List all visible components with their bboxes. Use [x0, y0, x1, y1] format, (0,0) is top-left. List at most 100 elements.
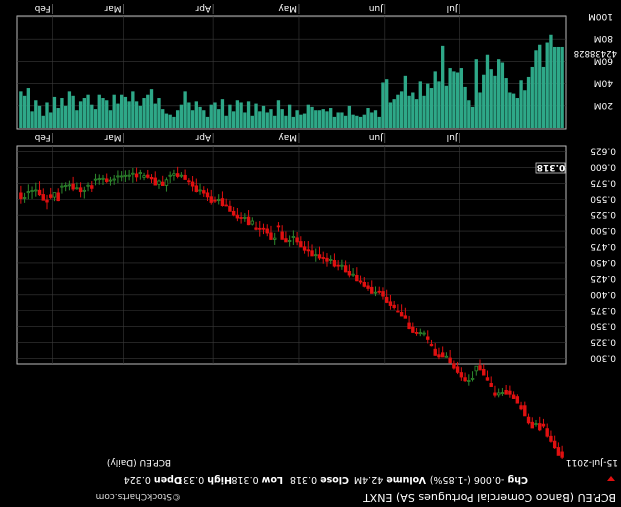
month-label: May	[278, 132, 297, 142]
candle-body	[78, 187, 83, 193]
candle-body	[541, 423, 546, 427]
volume-bar	[179, 104, 184, 128]
candle-body	[26, 191, 31, 194]
volume-bar	[157, 98, 161, 128]
candle-body	[366, 285, 370, 289]
volume-bar	[101, 98, 105, 128]
volume-bar	[49, 112, 53, 128]
volume-bar	[131, 91, 135, 128]
volume-bar	[336, 112, 340, 128]
volume-bar	[448, 68, 452, 128]
candle-body	[217, 199, 221, 201]
candle-body	[358, 280, 363, 283]
stockcharts-watermark: ©StockCharts.com	[96, 491, 181, 501]
candle-body	[138, 172, 143, 174]
volume-bar	[306, 104, 310, 128]
candle-body	[246, 216, 251, 226]
volume-bar	[30, 111, 34, 128]
volume-bar	[385, 79, 389, 128]
candle-body	[149, 176, 154, 180]
candle-body	[332, 260, 337, 267]
volume-bar	[452, 71, 456, 128]
volume-bar	[418, 81, 422, 128]
volume-bar	[198, 106, 202, 128]
volume-bar	[26, 88, 30, 128]
volume-bar	[370, 112, 374, 128]
month-label: Jun	[369, 132, 384, 142]
volume-bar	[123, 96, 128, 128]
volume-bar	[75, 110, 79, 128]
volume-bar	[250, 115, 254, 128]
volume-bar	[67, 91, 72, 128]
candle-body	[123, 174, 128, 177]
candle-body	[37, 189, 42, 196]
volume-bar	[231, 111, 236, 128]
volume-bar	[549, 34, 553, 128]
candle-body	[500, 392, 505, 394]
candle-body	[340, 264, 344, 267]
candle-body	[396, 310, 400, 313]
volume-bar	[366, 108, 370, 128]
candle-body	[299, 241, 303, 248]
candle-body	[504, 389, 508, 395]
candle-body	[213, 199, 217, 202]
volume-bar	[209, 104, 213, 128]
volume-bar	[217, 109, 221, 128]
candle-body	[302, 246, 307, 251]
volume-bar	[108, 110, 113, 128]
candle-body	[321, 257, 325, 259]
candle-body	[202, 190, 206, 194]
month-label: Jul	[447, 132, 459, 142]
price-tick-label: 0.575	[590, 177, 616, 187]
candle-body	[377, 290, 381, 293]
candle-body	[146, 174, 150, 178]
month-label: Mar	[104, 132, 121, 142]
volume-bar	[269, 109, 273, 128]
volume-bar	[489, 69, 493, 128]
volume-bar	[261, 105, 266, 128]
volume-bar	[340, 112, 344, 128]
volume-bar	[358, 116, 363, 128]
volume-bar	[134, 101, 139, 128]
candle-body	[19, 192, 23, 200]
candle-body	[30, 190, 34, 192]
candle-body	[538, 423, 542, 431]
candle-body	[370, 286, 374, 294]
stat-chg-label: Chg	[507, 474, 528, 485]
volume-bar	[172, 116, 176, 128]
candle-body	[515, 396, 520, 404]
candle-body	[392, 304, 396, 308]
volume-bar	[45, 102, 49, 128]
candle-body	[482, 368, 486, 376]
candle-body	[478, 365, 482, 371]
volume-bar	[377, 116, 381, 128]
price-tick-label: 0.500	[590, 225, 616, 235]
volume-bar	[258, 111, 262, 128]
price-tick-label: 0.375	[590, 305, 616, 315]
candle-body	[97, 178, 101, 181]
price-tick-label: 0.475	[590, 241, 616, 251]
candle-body	[388, 301, 393, 306]
candle-body	[463, 377, 467, 382]
candle-body	[45, 199, 49, 203]
stat-chg: Chg -0.006 (-1.85%)	[430, 474, 528, 485]
volume-bar	[295, 110, 299, 128]
volume-bar	[500, 62, 505, 128]
candle-body	[205, 192, 210, 198]
volume-bar	[22, 95, 27, 128]
volume-bar	[78, 101, 83, 128]
price-tick-label: 0.600	[590, 161, 616, 171]
volume-bar	[239, 102, 243, 128]
candle-body	[317, 254, 322, 259]
volume-bar	[422, 95, 426, 128]
volume-bar	[149, 89, 154, 128]
candle-body	[239, 217, 243, 219]
candle-body	[306, 249, 311, 252]
volume-bar	[302, 113, 307, 128]
stat-chg-value: -0.006 (-1.85%)	[430, 474, 505, 485]
volume-bar	[441, 45, 445, 128]
candle-body	[287, 240, 292, 242]
volume-bar	[71, 95, 75, 128]
candle-body	[407, 322, 411, 329]
candle-body	[474, 365, 478, 372]
